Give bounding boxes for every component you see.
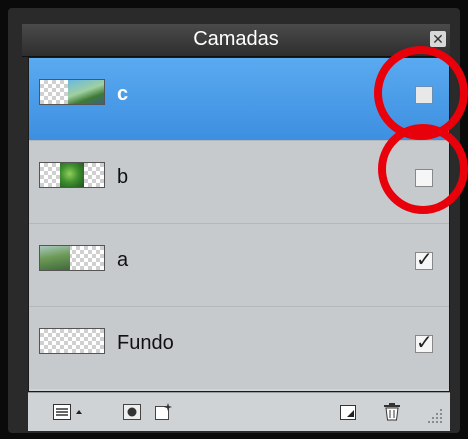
landscape-thumbnail-icon <box>39 79 105 105</box>
visibility-checkbox[interactable]: ✓ <box>415 333 433 353</box>
red-circle-highlight <box>378 124 468 214</box>
new-layer-icon[interactable] <box>338 402 358 422</box>
layers-toolbar <box>28 392 450 431</box>
close-icon[interactable]: ✕ <box>430 31 446 47</box>
visibility-checkbox[interactable]: ✓ <box>415 250 433 270</box>
layer-name: c <box>117 83 129 105</box>
layers-window: Camadas ✕ c b a ✓ Fundo ✓ <box>0 0 468 439</box>
resize-grip-icon[interactable] <box>426 407 444 425</box>
layer-name: a <box>117 249 129 271</box>
title-bar[interactable]: Camadas ✕ <box>22 24 450 57</box>
layer-effects-icon[interactable] <box>154 402 174 422</box>
layer-options-icon[interactable] <box>52 402 72 422</box>
layer-name: Fundo <box>117 332 174 354</box>
layer-row-fundo[interactable]: Fundo ✓ <box>29 307 449 389</box>
layer-mask-icon[interactable] <box>122 402 142 422</box>
landscape-thumbnail-icon <box>39 245 105 271</box>
layer-row-a[interactable]: a ✓ <box>29 224 449 307</box>
layer-name: b <box>117 166 129 188</box>
transparent-thumbnail-icon <box>39 328 105 354</box>
panel-title: Camadas <box>193 28 279 50</box>
foliage-thumbnail-icon <box>39 162 105 188</box>
dropdown-arrow-icon[interactable] <box>74 402 84 422</box>
trash-icon[interactable] <box>382 402 402 422</box>
